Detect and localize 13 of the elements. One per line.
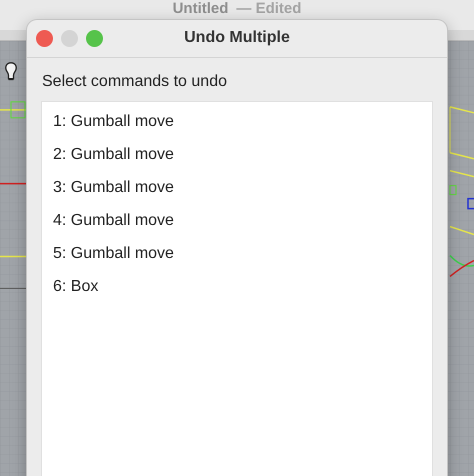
command-item[interactable]: 3: Gumball move <box>42 171 174 204</box>
prompt-label: Select commands to undo <box>42 73 228 92</box>
command-item[interactable]: 4: Gumball move <box>42 204 174 237</box>
zoom-button[interactable] <box>86 30 103 47</box>
command-item[interactable]: 2: Gumball move <box>42 138 174 171</box>
close-button[interactable] <box>36 30 53 47</box>
command-item[interactable]: 6: Box <box>42 270 98 303</box>
window-status: — Edited <box>236 0 302 18</box>
command-item[interactable]: 1: Gumball move <box>42 105 174 138</box>
window-title: Untitled <box>172 0 228 18</box>
command-item[interactable]: 5: Gumball move <box>42 237 174 270</box>
dialog-title: Undo Multiple <box>184 29 290 47</box>
lightbulb-icon[interactable] <box>4 62 18 82</box>
